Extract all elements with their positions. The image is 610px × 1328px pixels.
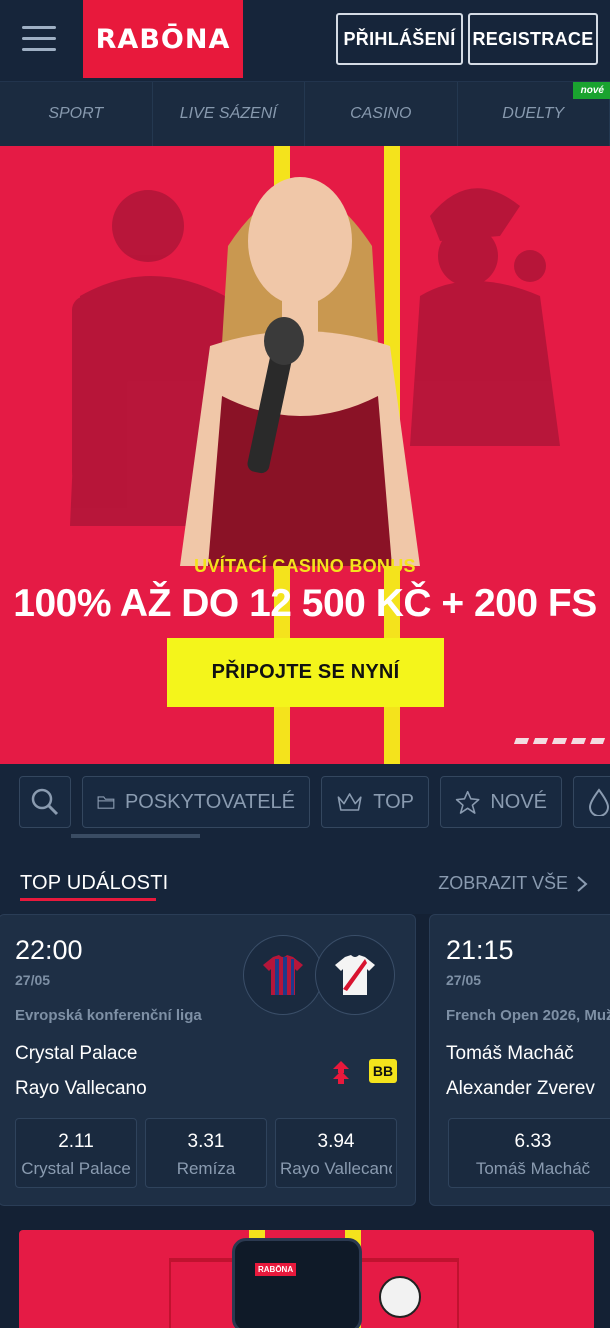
top-label: TOP — [373, 790, 414, 813]
phone-logo: RABŌNA — [255, 1263, 297, 1276]
hero-subtitle: UVÍTACÍ CASINO BONUS — [194, 556, 416, 576]
category-scroll-indicator — [71, 834, 200, 838]
providers-label: POSKYTOVATELÉ — [124, 790, 295, 813]
logo[interactable]: RABŌNA — [83, 0, 243, 78]
folder-icon — [97, 796, 115, 809]
odds-button-home[interactable]: 2.11 Crystal Palace — [15, 1118, 137, 1188]
category-bar: POSKYTOVATELÉ TOP NOVÉ — [0, 764, 610, 842]
see-all-label: ZOBRAZIT VŠE — [438, 873, 568, 893]
event-league: Evropská konferenční liga — [15, 1007, 202, 1024]
away-jersey-icon — [315, 935, 395, 1015]
top-events-title: TOP UDÁLOSTI — [20, 872, 169, 894]
login-button[interactable]: PŘIHLÁŠENÍ — [336, 13, 463, 65]
carousel-dot[interactable] — [570, 738, 587, 744]
see-all-link[interactable]: ZOBRAZIT VŠE — [438, 873, 588, 894]
register-button[interactable]: REGISTRACE — [468, 13, 598, 65]
carousel-dot[interactable] — [532, 738, 549, 744]
carousel-dot[interactable] — [589, 738, 606, 744]
main-nav: SPORT LIVE SÁZENÍ CASINO DUELTY nové — [0, 82, 610, 146]
hero-banner[interactable]: UVÍTACÍ CASINO BONUS 100% AŽ DO 12 500 K… — [0, 146, 610, 764]
providers-button[interactable]: POSKYTOVATELÉ — [82, 776, 310, 828]
hero-title: 100% AŽ DO 12 500 KČ + 200 FS — [13, 582, 597, 625]
carousel-dots — [513, 738, 606, 744]
odds-button-home[interactable]: 6.33 Tomáš Macháč — [448, 1118, 610, 1188]
event-time: 21:15 — [446, 935, 514, 965]
crown-icon — [337, 793, 362, 811]
more-category-button[interactable] — [573, 776, 610, 828]
search-icon — [31, 788, 59, 816]
home-team: Crystal Palace — [15, 1043, 138, 1064]
top-events-header: TOP UDÁLOSTI ZOBRAZIT VŠE — [0, 842, 610, 914]
odds-button-draw[interactable]: 3.31 Remíza — [145, 1118, 267, 1188]
search-button[interactable] — [19, 776, 71, 828]
event-card[interactable]: 22:00 27/05 Evropská konferenční liga Cr… — [0, 914, 416, 1206]
nav-item-sport[interactable]: SPORT — [0, 82, 153, 146]
home-jersey-icon — [243, 935, 323, 1015]
carousel-dot[interactable] — [551, 738, 568, 744]
nav-item-casino[interactable]: CASINO — [305, 82, 458, 146]
odds-label: Crystal Palace — [21, 1159, 131, 1178]
odds-label: Rayo Vallecano — [280, 1159, 392, 1178]
event-league: French Open 2026, Muž — [446, 1007, 610, 1024]
event-date: 27/05 — [446, 972, 482, 988]
odds-value: 3.94 — [317, 1131, 355, 1152]
odds-button-away[interactable]: 3.94 Rayo Vallecano — [275, 1118, 397, 1188]
event-card[interactable]: 21:15 27/05 French Open 2026, Muž Tomáš … — [429, 914, 610, 1206]
new-badge: nové — [572, 82, 610, 99]
odds-value: 2.11 — [58, 1131, 94, 1152]
top-button[interactable]: TOP — [321, 776, 429, 828]
away-team: Rayo Vallecano — [15, 1078, 147, 1099]
new-label: NOVÉ — [490, 790, 547, 813]
chevron-right-icon — [577, 875, 588, 892]
carousel-dot[interactable] — [513, 738, 530, 744]
player-1: Tomáš Macháč — [446, 1043, 574, 1064]
event-time: 22:00 — [15, 935, 83, 965]
header: RABŌNA PŘIHLÁŠENÍ REGISTRACE — [0, 0, 610, 82]
drop-icon — [588, 788, 610, 816]
new-button[interactable]: NOVÉ — [440, 776, 562, 828]
odds-value: 3.31 — [187, 1131, 225, 1152]
odds-value: 6.33 — [514, 1131, 552, 1152]
boost-icon — [333, 1061, 349, 1084]
join-now-button[interactable]: PŘIPOJTE SE NYNÍ — [167, 638, 444, 707]
star-icon — [455, 790, 480, 814]
phone-illustration: RABŌNA — [232, 1238, 362, 1328]
player-2: Alexander Zverev — [446, 1078, 595, 1099]
odds-label: Tomáš Macháč — [475, 1159, 591, 1178]
football-icon — [379, 1276, 421, 1318]
promo-banner[interactable]: RABŌNA — [19, 1230, 594, 1328]
odds-label: Remíza — [176, 1159, 236, 1178]
bet-builder-badge: BB — [369, 1059, 397, 1083]
event-date: 27/05 — [15, 972, 51, 988]
menu-icon[interactable] — [22, 26, 56, 52]
title-underline — [20, 898, 156, 901]
nav-item-live[interactable]: LIVE SÁZENÍ — [153, 82, 305, 146]
